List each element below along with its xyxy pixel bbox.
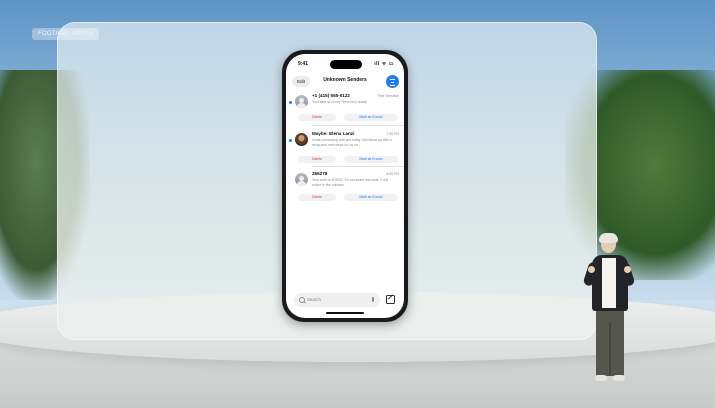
divider <box>312 125 404 126</box>
message-time: 6:09 PM <box>386 172 399 176</box>
mark-as-known-button[interactable]: Mark as Known <box>344 114 398 121</box>
search-input[interactable]: Search <box>294 293 380 307</box>
list-item[interactable]: 266278 6:09 PM Your code is 403002. Do n… <box>286 168 404 208</box>
iphone-mockup: 9:41 ıll ᯤ ▭ Edit Unknown Senders +1 (41… <box>282 50 408 322</box>
filter-button[interactable] <box>386 75 399 88</box>
search-placeholder: Search <box>307 297 321 302</box>
list-item[interactable]: +1 (415) 555-0122 Time Sensitive Your la… <box>286 92 404 128</box>
page-title: Unknown Senders <box>323 77 367 83</box>
footage-label: FOOTAGE: APPLE <box>32 28 100 40</box>
sender-name: Maybe: Elena Lanzi <box>312 131 355 136</box>
divider <box>312 166 404 167</box>
dynamic-island <box>330 60 362 69</box>
presenter <box>582 232 636 392</box>
mark-as-known-button[interactable]: Mark as Known <box>344 194 398 201</box>
unread-dot-icon <box>289 139 292 142</box>
mark-as-known-button[interactable]: Mark as Known <box>344 156 398 163</box>
contact-avatar-icon <box>295 95 308 108</box>
compose-icon[interactable] <box>386 294 395 304</box>
filter-icon <box>390 79 395 86</box>
delete-button[interactable]: Delete <box>298 114 336 121</box>
message-preview: Your latte at Cuzzy Stevens is ready! <box>312 100 368 104</box>
delete-button[interactable]: Delete <box>298 194 336 201</box>
contact-avatar-icon <box>295 133 308 146</box>
home-indicator <box>326 312 364 314</box>
delete-button[interactable]: Delete <box>298 156 336 163</box>
message-time: 7:06 PM <box>386 132 399 136</box>
message-time: Time Sensitive <box>376 94 399 98</box>
edit-button[interactable]: Edit <box>292 76 310 87</box>
sender-name: +1 (415) 555-0122 <box>312 93 350 98</box>
search-icon <box>299 297 305 303</box>
signal-wifi-battery-icon: ıll ᯤ ▭ <box>374 61 394 67</box>
microphone-icon[interactable] <box>371 296 374 302</box>
message-preview: Great connecting with you today. Will fo… <box>312 138 392 147</box>
list-item[interactable]: Maybe: Elena Lanzi 7:06 PM Great connect… <box>286 128 404 168</box>
sender-name: 266278 <box>312 171 328 176</box>
message-preview: Your code is 403002. Do not share this c… <box>312 178 389 187</box>
phone-screen: 9:41 ıll ᯤ ▭ Edit Unknown Senders +1 (41… <box>286 54 404 318</box>
contact-avatar-icon <box>295 173 308 186</box>
nav-bar: Edit Unknown Senders <box>286 74 404 90</box>
unread-dot-icon <box>289 101 292 104</box>
status-time: 9:41 <box>298 61 309 67</box>
keynote-scene: FOOTAGE: APPLE 9:41 ıll ᯤ ▭ Edit Unknown… <box>0 0 715 408</box>
